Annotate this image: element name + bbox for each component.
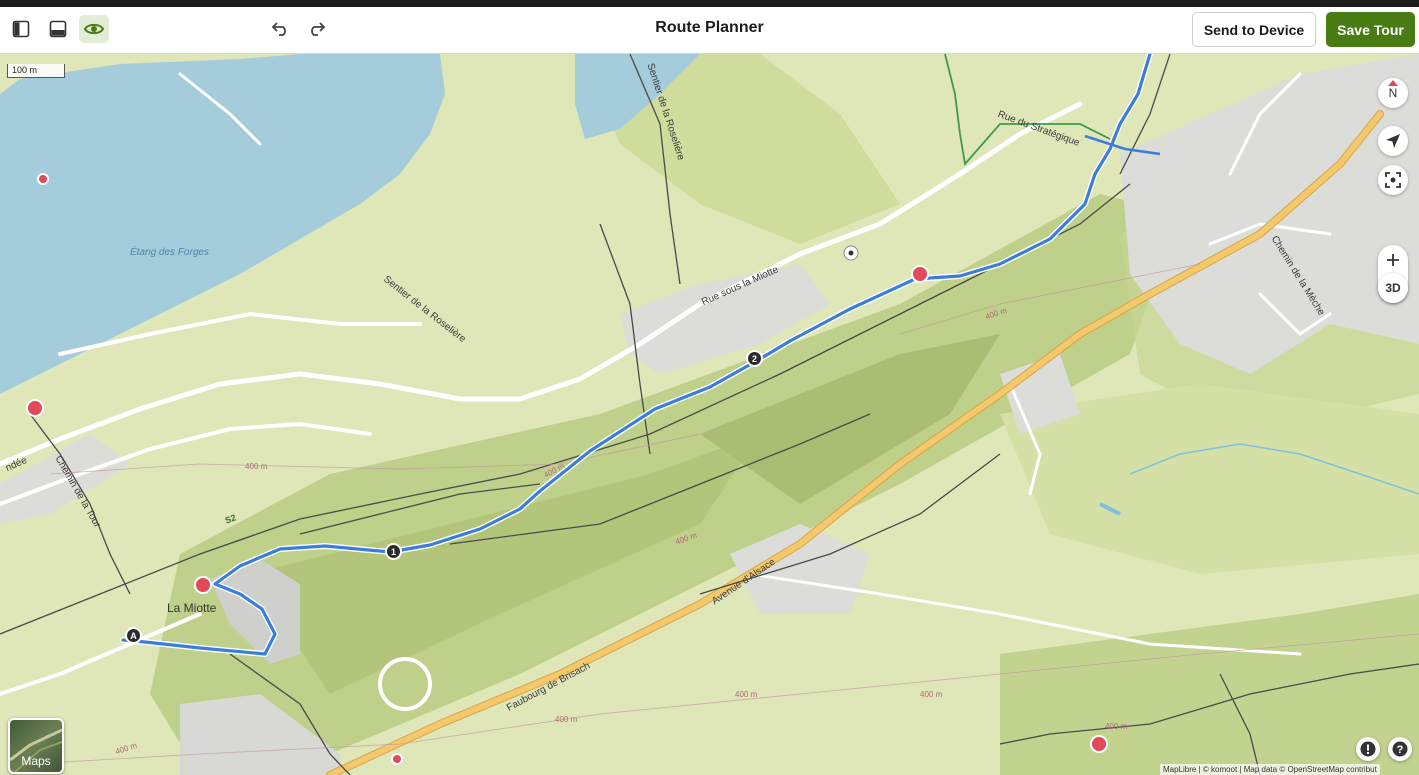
redo-button[interactable]: [302, 15, 332, 43]
toggle-visibility-button[interactable]: [79, 15, 109, 43]
sidebar-left-icon: [12, 20, 30, 38]
panel-bottom-icon: [49, 20, 67, 38]
map-attribution: MapLibre | © komoot | Map data © OpenStr…: [1160, 764, 1380, 775]
waypoint-1[interactable]: 1: [385, 543, 402, 560]
map-layer-button[interactable]: Maps: [8, 718, 64, 774]
help-button[interactable]: ?: [1388, 737, 1412, 761]
svg-text:?: ?: [1397, 744, 1404, 756]
map-layer-label: Maps: [21, 754, 51, 768]
save-tour-button[interactable]: Save Tour: [1326, 12, 1415, 47]
compass-label: N: [1388, 86, 1398, 100]
recenter-icon: [1385, 172, 1401, 188]
redo-icon: [311, 22, 326, 36]
alert-icon: [1360, 741, 1376, 757]
toggle-bottom-panel-button[interactable]: [43, 15, 73, 43]
compass-icon: [1388, 80, 1398, 86]
undo-button[interactable]: [265, 15, 295, 43]
scale-bar: 100 m: [7, 64, 65, 78]
help-icon: ?: [1392, 741, 1408, 757]
map-canvas[interactable]: A 1 2 Étang des Forges Sentier de la Ros…: [0, 54, 1419, 775]
recenter-button[interactable]: [1378, 165, 1408, 195]
zoom-in-icon: [1387, 253, 1399, 266]
eye-icon: [84, 23, 104, 35]
undo-icon: [271, 22, 286, 36]
header-toolbar: Route Planner Send to Device Save Tour: [0, 7, 1419, 54]
waypoint-start[interactable]: A: [125, 627, 142, 644]
locate-button[interactable]: [1378, 126, 1408, 156]
zoom-in-button[interactable]: [1378, 245, 1408, 274]
view-3d-button[interactable]: 3D: [1378, 273, 1408, 303]
waypoint-2[interactable]: 2: [746, 350, 763, 367]
compass-button[interactable]: N: [1378, 78, 1408, 108]
locate-icon: [1386, 134, 1400, 148]
report-issue-button[interactable]: [1356, 737, 1380, 761]
map-base-layer: [0, 54, 1419, 775]
send-to-device-button[interactable]: Send to Device: [1192, 12, 1316, 47]
toggle-sidebar-button[interactable]: [6, 15, 36, 43]
app-window: Route Planner Send to Device Save Tour A…: [0, 7, 1419, 775]
